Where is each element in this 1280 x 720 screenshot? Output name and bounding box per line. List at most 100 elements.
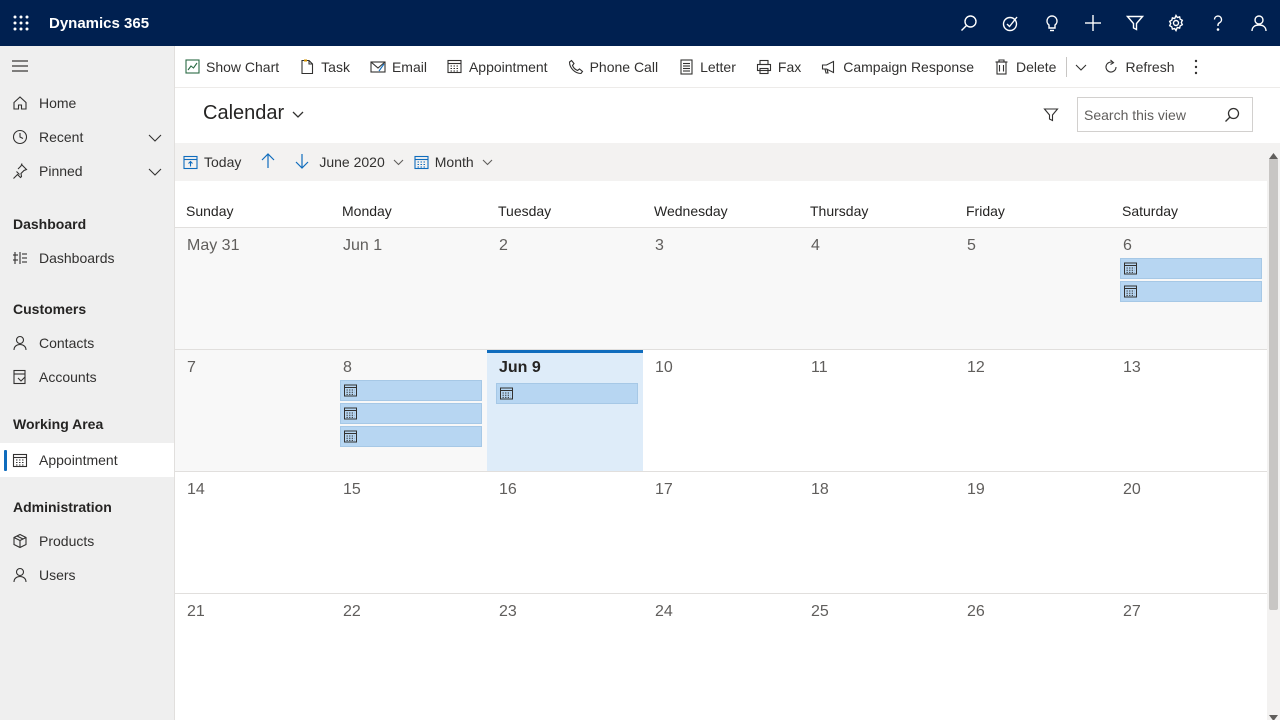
calendar-day-cell[interactable]: 3 (643, 228, 799, 349)
view-selector[interactable]: Calendar (203, 102, 304, 125)
calendar-day-cell[interactable]: 16 (487, 472, 643, 593)
calendar-day-cell[interactable]: 21 (175, 594, 331, 715)
app-launcher-icon[interactable] (0, 0, 42, 46)
calendar-day-cell[interactable]: 7 (175, 350, 331, 471)
day-number: 8 (343, 359, 352, 376)
phone-icon (568, 59, 584, 75)
more-commands-dropdown[interactable] (1075, 46, 1097, 88)
sidebar-item-label: Pinned (39, 163, 83, 179)
new-appointment-button[interactable]: Appointment (447, 46, 558, 88)
new-email-button[interactable]: Email (370, 46, 437, 88)
refresh-button[interactable]: Refresh (1103, 46, 1184, 88)
calendar-day-cell[interactable]: May 31 (175, 228, 331, 349)
calendar-week-row: May 31 Jun 1 2 3 4 5 6 (175, 227, 1267, 349)
calendar-day-cell[interactable]: Jun 1 (331, 228, 487, 349)
day-events (340, 380, 482, 449)
chevron-down-icon[interactable] (148, 130, 162, 146)
new-letter-button[interactable]: Letter (678, 46, 746, 88)
sidebar-item-appointment[interactable]: Appointment (0, 443, 174, 477)
day-number: 7 (187, 359, 196, 376)
sidebar-item-recent[interactable]: Recent (0, 120, 174, 154)
calendar-day-cell[interactable]: 17 (643, 472, 799, 593)
new-campaign-response-button[interactable]: Campaign Response (821, 46, 984, 88)
new-fax-button[interactable]: Fax (756, 46, 811, 88)
appointment-event[interactable] (340, 403, 482, 424)
sidebar-item-dashboards[interactable]: Dashboards (0, 241, 174, 275)
calendar-icon (344, 384, 357, 397)
more-options-icon[interactable] (1194, 46, 1208, 88)
day-number: 4 (811, 237, 820, 254)
day-number: 26 (967, 603, 985, 620)
sidebar-item-products[interactable]: Products (0, 524, 174, 558)
calendar-day-cell[interactable]: 24 (643, 594, 799, 715)
lightbulb-icon[interactable] (1031, 0, 1073, 46)
next-period-button[interactable] (295, 153, 309, 172)
calendar-day-cell[interactable]: 4 (799, 228, 955, 349)
new-phone-call-button[interactable]: Phone Call (568, 46, 669, 88)
chevron-down-icon[interactable] (148, 164, 162, 180)
day-of-week-header: Saturday (1122, 203, 1179, 219)
calendar-day-cell[interactable]: 2 (487, 228, 643, 349)
day-of-week-header: Monday (342, 203, 392, 219)
calendar-day-cell[interactable]: 19 (955, 472, 1111, 593)
delete-button[interactable]: Delete (994, 46, 1066, 88)
appointment-event[interactable] (496, 383, 638, 404)
calendar-day-cell[interactable]: 23 (487, 594, 643, 715)
calendar-day-cell[interactable]: 6 (1111, 228, 1267, 349)
new-task-button[interactable]: Task (299, 46, 360, 88)
day-number: 10 (655, 359, 673, 376)
hamburger-menu-icon[interactable] (0, 46, 174, 86)
scroll-up-arrow-icon[interactable] (1269, 146, 1278, 162)
calendar-day-cell[interactable]: 26 (955, 594, 1111, 715)
calendar-day-cell[interactable]: 20 (1111, 472, 1267, 593)
appointment-event[interactable] (340, 380, 482, 401)
app-title[interactable]: Dynamics 365 (49, 15, 149, 32)
today-button[interactable]: Today (183, 154, 241, 170)
sidebar-item-accounts[interactable]: Accounts (0, 360, 174, 394)
scroll-down-arrow-icon[interactable] (1269, 708, 1278, 720)
calendar-day-cell[interactable]: 14 (175, 472, 331, 593)
month-picker[interactable]: June 2020 (319, 154, 404, 170)
today-label: Today (204, 154, 242, 170)
gear-icon[interactable] (1156, 0, 1198, 46)
task-flow-icon[interactable] (990, 0, 1032, 46)
sidebar-item-users[interactable]: Users (0, 558, 174, 592)
filter-icon[interactable] (1114, 0, 1156, 46)
chevron-down-icon (1075, 59, 1087, 75)
trash-icon (994, 58, 1010, 75)
sidebar-item-contacts[interactable]: Contacts (0, 326, 174, 360)
sidebar-item-home[interactable]: Home (0, 86, 174, 120)
calendar-day-cell[interactable]: 22 (331, 594, 487, 715)
calendar-day-cell[interactable]: 5 (955, 228, 1111, 349)
calendar-day-cell[interactable]: 11 (799, 350, 955, 471)
search-icon[interactable] (948, 0, 990, 46)
day-number: 15 (343, 481, 361, 498)
appointment-event[interactable] (1120, 281, 1262, 302)
calendar-day-cell[interactable]: 25 (799, 594, 955, 715)
calendar-day-cell[interactable]: 15 (331, 472, 487, 593)
plus-icon[interactable] (1073, 0, 1115, 46)
show-chart-button[interactable]: Show Chart (184, 46, 289, 88)
task-label: Task (321, 58, 350, 75)
user-icon[interactable] (1239, 0, 1280, 46)
filter-icon[interactable] (1043, 107, 1059, 126)
calendar-day-cell[interactable]: 13 (1111, 350, 1267, 471)
search-icon[interactable] (1224, 107, 1240, 126)
appointment-event[interactable] (1120, 258, 1262, 279)
help-icon[interactable] (1197, 0, 1239, 46)
calendar-day-cell[interactable]: 8 (331, 350, 487, 471)
view-mode-dropdown[interactable]: Month (414, 154, 493, 170)
calendar-day-cell[interactable]: 18 (799, 472, 955, 593)
calendar-day-cell[interactable]: 27 (1111, 594, 1267, 715)
scrollbar-thumb[interactable] (1269, 158, 1278, 610)
search-input[interactable]: Search this view (1077, 97, 1253, 132)
calendar-icon (414, 155, 429, 170)
calendar-day-cell[interactable]: 12 (955, 350, 1111, 471)
previous-period-button[interactable] (261, 152, 275, 172)
box-icon (12, 533, 28, 549)
sidebar-section-working-area: Working Area (13, 416, 104, 432)
sidebar-item-pinned[interactable]: Pinned (0, 154, 174, 188)
appointment-event[interactable] (340, 426, 482, 447)
calendar-day-cell-today[interactable]: Jun 9 (487, 350, 643, 471)
calendar-day-cell[interactable]: 10 (643, 350, 799, 471)
